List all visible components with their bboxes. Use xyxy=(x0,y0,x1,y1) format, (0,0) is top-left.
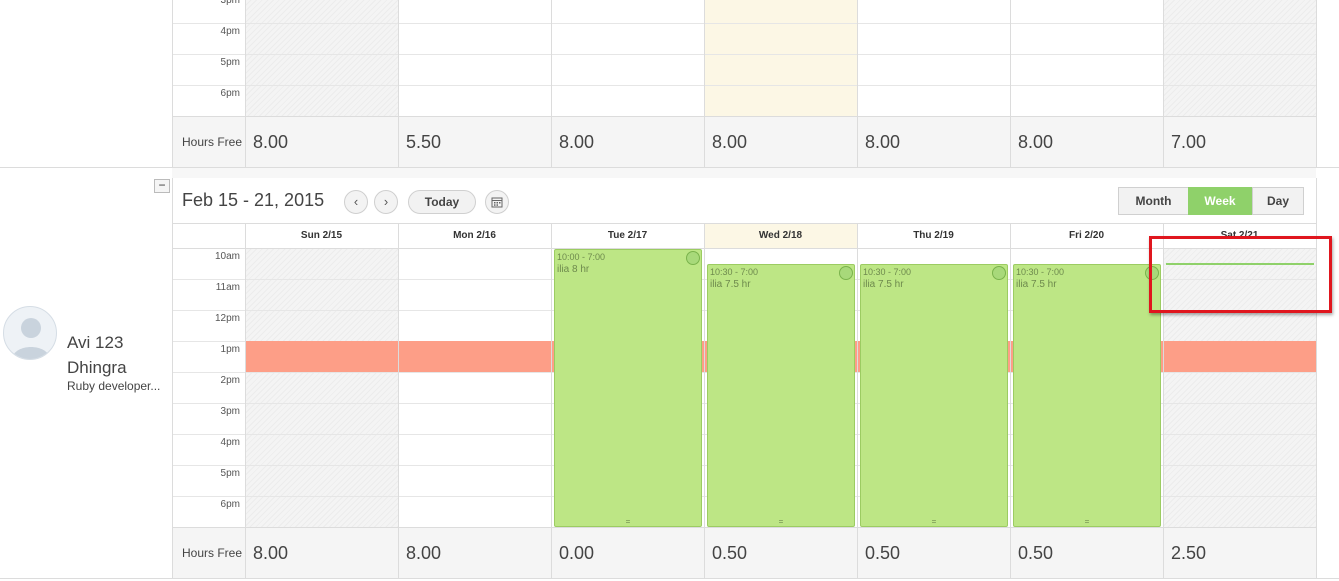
day-header: Fri 2/20 xyxy=(1068,230,1105,241)
calendar-event[interactable]: 10:00 - 7:00 ilia 8 hr = xyxy=(554,249,702,527)
hour-label: 4pm xyxy=(220,437,240,448)
calendar-event[interactable]: 10:30 - 7:00 ilia 7.5 hr = xyxy=(707,264,855,527)
hours-free-value: 0.50 xyxy=(712,543,748,563)
today-button[interactable]: Today xyxy=(408,190,476,214)
calendar-event[interactable]: 10:30 - 7:00 ilia 7.5 hr = xyxy=(1013,264,1161,527)
day-header: Sun 2/15 xyxy=(300,230,343,241)
top-hours-free-value: 8.00 xyxy=(865,132,901,152)
resize-handle-icon[interactable]: = xyxy=(931,518,937,526)
hours-free-value: 0.00 xyxy=(559,543,595,563)
hour-label: 11am xyxy=(215,282,240,293)
top-hour-label: 3pm xyxy=(220,0,240,6)
hour-label: 1pm xyxy=(220,344,240,355)
hours-free-value: 2.50 xyxy=(1171,543,1207,563)
day-header: Wed 2/18 xyxy=(758,230,803,241)
top-hours-free-value: 8.00 xyxy=(253,132,289,152)
hours-free-value: 0.50 xyxy=(1018,543,1054,563)
hours-free-value: 0.50 xyxy=(865,543,901,563)
top-hour-label: 5pm xyxy=(220,57,240,68)
top-wed-column xyxy=(705,0,857,116)
calendar-toolbar: Feb 15 - 21, 2015 ‹ › Today Month Week D… xyxy=(172,178,1316,224)
date-range-title: Feb 15 - 21, 2015 xyxy=(182,190,325,210)
event-time: 10:00 - 7:00 xyxy=(557,252,606,262)
hours-free-value: 8.00 xyxy=(253,543,289,563)
hour-label: 5pm xyxy=(220,468,240,479)
avatar xyxy=(3,306,57,360)
sun-column xyxy=(246,249,398,527)
top-sat-column xyxy=(1164,0,1316,116)
person-silhouette-icon xyxy=(12,318,50,359)
event-status-icon[interactable] xyxy=(992,266,1006,280)
top-hour-label: 4pm xyxy=(220,26,240,37)
top-hours-free-value: 8.00 xyxy=(559,132,595,152)
top-hours-free-value: 8.00 xyxy=(1018,132,1054,152)
person-panel: − Avi 123 Dhingra Ruby developer... xyxy=(0,178,172,579)
section-gap xyxy=(172,168,1316,178)
hours-free-value: 8.00 xyxy=(406,543,442,563)
event-time: 10:30 - 7:00 xyxy=(863,267,912,277)
highlight-box xyxy=(1149,236,1332,313)
hour-label: 10am xyxy=(214,251,240,262)
event-assignee: ilia 8 hr xyxy=(557,264,590,275)
event-status-icon[interactable] xyxy=(686,251,700,265)
resize-handle-icon[interactable]: = xyxy=(625,518,631,526)
wed-header-bg xyxy=(705,224,857,248)
view-day-button[interactable]: Day xyxy=(1252,187,1304,215)
calendar-event[interactable]: 10:30 - 7:00 ilia 7.5 hr = xyxy=(860,264,1008,527)
event-assignee: ilia 7.5 hr xyxy=(710,279,751,290)
top-sun-column xyxy=(246,0,398,116)
day-header: Mon 2/16 xyxy=(453,230,496,241)
day-header: Thu 2/19 xyxy=(913,230,954,241)
person-name: Avi 123 Dhingra xyxy=(67,333,127,377)
top-hour-label: 6pm xyxy=(220,88,240,99)
hours-free-label: Hours Free xyxy=(182,546,243,560)
event-time: 10:30 - 7:00 xyxy=(710,267,759,277)
person-role: Ruby developer... xyxy=(67,379,161,393)
collapse-button[interactable]: − xyxy=(154,179,170,193)
top-calendar-section: 3pm 4pm 5pm 6pm Hours Free 8.00 5.50 8.0… xyxy=(0,0,1339,168)
top-hours-free-value: 7.00 xyxy=(1171,132,1207,152)
hour-label: 3pm xyxy=(220,406,240,417)
event-status-icon[interactable] xyxy=(839,266,853,280)
calendar-icon xyxy=(491,197,503,208)
event-time: 10:30 - 7:00 xyxy=(1016,267,1065,277)
view-week-button[interactable]: Week xyxy=(1188,187,1252,215)
day-header: Tue 2/17 xyxy=(607,230,648,241)
top-hours-free-label: Hours Free xyxy=(182,135,243,149)
top-hours-free-value: 5.50 xyxy=(406,132,442,152)
hour-label: 12pm xyxy=(214,313,240,324)
top-hours-free-value: 8.00 xyxy=(712,132,748,152)
calendar-picker-button[interactable] xyxy=(485,190,509,214)
hours-free-row xyxy=(172,528,1316,578)
resize-handle-icon[interactable]: = xyxy=(1084,518,1090,526)
event-assignee: ilia 7.5 hr xyxy=(1016,279,1057,290)
hour-label: 6pm xyxy=(220,499,240,510)
next-week-button[interactable]: › xyxy=(374,190,398,214)
event-assignee: ilia 7.5 hr xyxy=(863,279,904,290)
prev-week-button[interactable]: ‹ xyxy=(344,190,368,214)
hour-label: 2pm xyxy=(220,375,240,386)
resize-handle-icon[interactable]: = xyxy=(778,518,784,526)
view-month-button[interactable]: Month xyxy=(1118,187,1189,215)
